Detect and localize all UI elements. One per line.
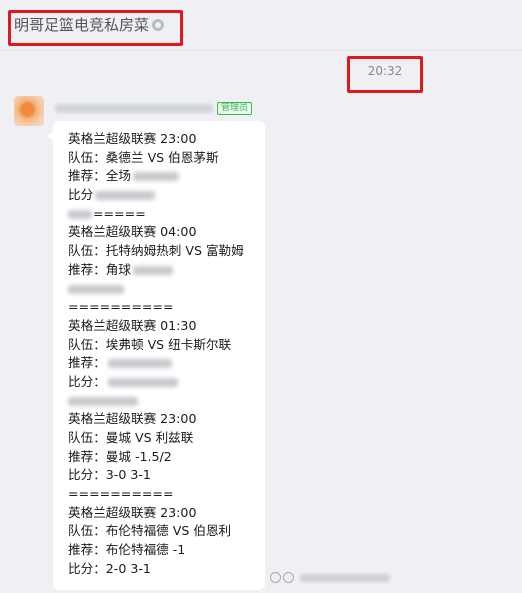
admin-badge: 管理员 bbox=[217, 102, 253, 115]
message-reactions[interactable] bbox=[270, 572, 390, 583]
reaction-icon bbox=[283, 572, 294, 583]
redaction bbox=[68, 284, 124, 294]
line-23: 推荐：布伦特福德 -1 bbox=[68, 542, 186, 558]
line-2: 队伍：桑德兰 VS 伯恩茅斯 bbox=[68, 149, 219, 165]
message-bubble[interactable]: 英格兰超级联赛 23:00 队伍：桑德兰 VS 伯恩茅斯 推荐：全场 比分 ==… bbox=[47, 121, 268, 590]
redaction bbox=[68, 209, 92, 219]
line-12: 队伍：埃弗顿 VS 纽卡斯尔联 bbox=[68, 336, 232, 352]
line-20: ========== bbox=[68, 486, 174, 502]
line-22: 队伍：布伦特福德 VS 伯恩利 bbox=[68, 523, 232, 539]
redaction bbox=[95, 191, 156, 201]
sender-row: 管理员 bbox=[55, 98, 253, 117]
line-7: 队伍：托特纳姆热刺 VS 富勒姆 bbox=[68, 243, 244, 259]
line-3: 推荐：全场 bbox=[68, 167, 268, 186]
line-6: 英格兰超级联赛 04:00 bbox=[68, 224, 197, 240]
line-5: ===== bbox=[68, 205, 268, 224]
line-14: 比分： bbox=[68, 373, 268, 392]
line-15 bbox=[68, 392, 268, 411]
highlight-box-title bbox=[8, 10, 183, 46]
redaction bbox=[107, 359, 172, 369]
line-17: 队伍：曼城 VS 利兹联 bbox=[68, 430, 194, 445]
line-13: 推荐： bbox=[68, 354, 268, 373]
redaction bbox=[132, 172, 179, 182]
redaction bbox=[68, 396, 138, 406]
line-21: 英格兰超级联赛 23:00 bbox=[68, 504, 197, 520]
redaction bbox=[107, 377, 178, 387]
avatar[interactable] bbox=[14, 96, 44, 126]
highlight-box-timestamp bbox=[347, 56, 423, 93]
line-1: 英格兰超级联赛 23:00 bbox=[68, 131, 197, 146]
redaction bbox=[132, 265, 173, 275]
line-4: 比分 bbox=[68, 186, 268, 205]
line-9 bbox=[68, 280, 268, 299]
line-16: 英格兰超级联赛 23:00 bbox=[68, 411, 197, 427]
reaction-names-redacted bbox=[300, 573, 390, 582]
reaction-icon bbox=[270, 572, 281, 583]
line-11: 英格兰超级联赛 01:30 bbox=[68, 317, 197, 333]
line-19: 比分：3-0 3-1 bbox=[68, 467, 151, 483]
line-8: 推荐：角球 bbox=[68, 261, 268, 280]
sender-name-redacted[interactable] bbox=[55, 104, 213, 113]
line-10: ========== bbox=[68, 299, 174, 315]
message-text: 英格兰超级联赛 23:00 队伍：桑德兰 VS 伯恩茅斯 推荐：全场 比分 ==… bbox=[68, 130, 268, 579]
line-24: 比分：2-0 3-1 bbox=[68, 560, 151, 576]
line-18: 推荐：曼城 -1.5/2 bbox=[68, 448, 172, 464]
